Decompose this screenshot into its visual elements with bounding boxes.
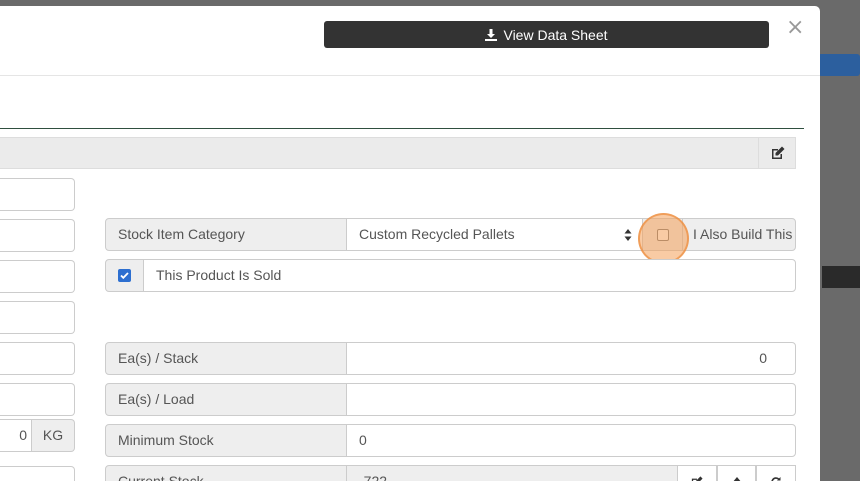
stock-refresh-button[interactable] bbox=[756, 465, 797, 481]
modal-header: View Data Sheet × bbox=[0, 6, 820, 76]
left-field-4[interactable] bbox=[0, 301, 75, 334]
edit-icon bbox=[771, 146, 784, 159]
min-stock-field: Minimum Stock 0 bbox=[105, 424, 796, 457]
sold-label: This Product Is Sold bbox=[143, 259, 796, 292]
per-load-input[interactable] bbox=[346, 383, 796, 416]
check-icon bbox=[120, 272, 129, 280]
close-icon[interactable]: × bbox=[786, 17, 804, 40]
sold-field: This Product Is Sold bbox=[105, 259, 796, 292]
select-arrows-icon bbox=[624, 229, 632, 241]
stock-actions bbox=[677, 465, 797, 481]
current-stock-label: Current Stock bbox=[105, 465, 347, 481]
category-label: Stock Item Category bbox=[105, 218, 347, 251]
section-header bbox=[0, 137, 796, 169]
current-stock-value: -722 bbox=[346, 465, 678, 481]
category-field: Stock Item Category Custom Recycled Pall… bbox=[105, 218, 796, 251]
weight-input[interactable]: 0 bbox=[0, 419, 32, 452]
per-stack-label: Ea(s) / Stack bbox=[105, 342, 347, 375]
build-label: I Also Build This bbox=[682, 218, 796, 251]
refresh-icon bbox=[771, 476, 781, 481]
section-edit-button[interactable] bbox=[758, 137, 796, 169]
arrow-up-icon bbox=[732, 476, 741, 481]
tab-underline bbox=[0, 128, 804, 129]
edit-icon bbox=[691, 475, 703, 481]
left-field-5[interactable] bbox=[0, 342, 75, 375]
build-checkbox-cell[interactable] bbox=[643, 218, 683, 251]
view-data-sheet-label: View Data Sheet bbox=[503, 26, 608, 43]
left-field-6[interactable] bbox=[0, 383, 75, 416]
build-checkbox[interactable] bbox=[656, 228, 669, 241]
weight-unit: KG bbox=[32, 419, 75, 452]
stock-edit-button[interactable] bbox=[677, 465, 717, 481]
current-stock-field: Current Stock -722 bbox=[105, 465, 797, 481]
left-field-2[interactable] bbox=[0, 219, 75, 252]
per-stack-field: Ea(s) / Stack 0 bbox=[105, 342, 796, 375]
stock-up-button[interactable] bbox=[716, 465, 757, 481]
left-field-8[interactable] bbox=[0, 466, 75, 481]
background-button bbox=[818, 54, 860, 76]
background-element bbox=[822, 266, 860, 288]
per-load-label: Ea(s) / Load bbox=[105, 383, 347, 416]
category-value: Custom Recycled Pallets bbox=[359, 226, 515, 242]
left-field-1[interactable] bbox=[0, 178, 75, 211]
view-data-sheet-button[interactable]: View Data Sheet bbox=[324, 21, 769, 48]
category-select[interactable]: Custom Recycled Pallets bbox=[346, 218, 643, 251]
sold-checkbox[interactable] bbox=[118, 269, 131, 282]
left-field-3[interactable] bbox=[0, 260, 75, 293]
per-load-field: Ea(s) / Load bbox=[105, 383, 796, 416]
per-stack-input[interactable]: 0 bbox=[346, 342, 796, 375]
min-stock-label: Minimum Stock bbox=[105, 424, 347, 457]
download-icon bbox=[485, 28, 498, 41]
min-stock-input[interactable]: 0 bbox=[346, 424, 796, 457]
sold-checkbox-cell[interactable] bbox=[105, 259, 144, 292]
